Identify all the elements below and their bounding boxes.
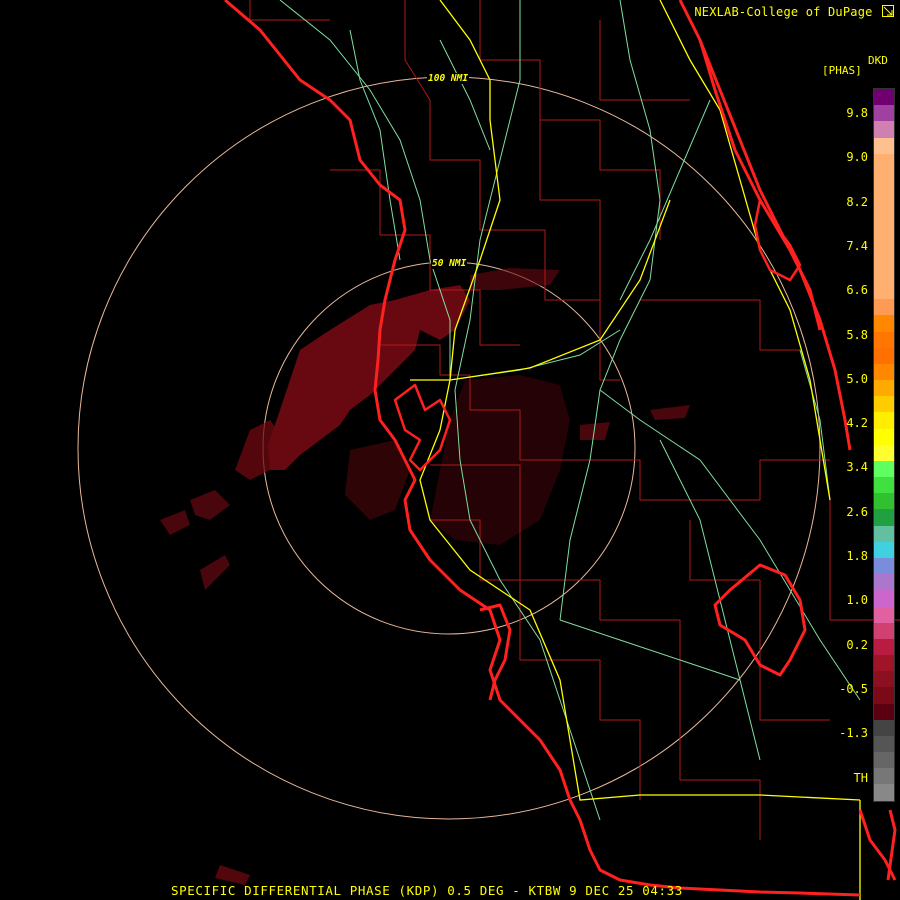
color-scale-segment bbox=[874, 590, 894, 607]
credit-line: NEXLAB-College of DuPage bbox=[694, 4, 894, 19]
color-scale-tick-label: 5.8 bbox=[846, 327, 868, 342]
diagonal-arrow-icon[interactable] bbox=[882, 5, 894, 17]
color-scale-segment bbox=[874, 784, 894, 801]
color-scale-segment bbox=[874, 331, 894, 348]
color-scale-segment bbox=[874, 752, 894, 769]
color-scale-segment bbox=[874, 557, 894, 575]
color-scale-segment bbox=[874, 186, 894, 203]
color-scale-tick-label: 3.4 bbox=[846, 460, 868, 475]
color-scale-tick-label: 9.8 bbox=[846, 106, 868, 120]
radar-echoes bbox=[160, 268, 690, 885]
color-scale-tick-label: 0.2 bbox=[846, 637, 868, 652]
color-scale-segment bbox=[874, 768, 894, 785]
color-scale-segment bbox=[874, 606, 894, 623]
color-scale-segment bbox=[874, 137, 894, 154]
color-scale-tick-label: -0.5 bbox=[839, 681, 868, 696]
color-scale-segment bbox=[874, 234, 894, 251]
color-scale-segment bbox=[874, 347, 894, 364]
color-scale-tick-label: 9.0 bbox=[846, 150, 868, 165]
color-scale-segment bbox=[874, 153, 894, 170]
color-scale-segment bbox=[874, 266, 894, 284]
range-ring-50-label: 50 NMI bbox=[431, 258, 468, 269]
color-scale-tick-label: 5.0 bbox=[846, 371, 868, 386]
color-scale-tick-label: 1.0 bbox=[846, 593, 868, 608]
color-scale-bar bbox=[873, 88, 895, 802]
credit-text: NEXLAB-College of DuPage bbox=[694, 5, 873, 19]
county-lines bbox=[249, 0, 900, 840]
color-scale-segment bbox=[874, 250, 894, 267]
color-scale-segment bbox=[874, 412, 894, 429]
color-scale-segment bbox=[874, 89, 894, 106]
color-scale-segment bbox=[874, 169, 894, 187]
color-scale-tick-label: 1.8 bbox=[846, 549, 868, 563]
color-scale-tick-label: 2.6 bbox=[846, 504, 868, 519]
color-scale-segment bbox=[874, 283, 894, 300]
color-scale-segment bbox=[874, 105, 894, 122]
color-scale-segment bbox=[874, 687, 894, 704]
color-scale-segment bbox=[874, 735, 894, 753]
product-description: SPECIFIC DIFFERENTIAL PHASE (KDP) 0.5 DE… bbox=[171, 883, 683, 898]
color-scale-tick-label: -1.3 bbox=[839, 726, 868, 741]
color-scale-tick-label: TH bbox=[853, 770, 868, 785]
color-scale-segment bbox=[874, 638, 894, 656]
color-scale-segment bbox=[874, 363, 894, 381]
road-lines bbox=[279, 0, 861, 821]
legend-unit-phas: [PHAS] bbox=[822, 64, 862, 77]
color-scale-tick-label: 6.6 bbox=[846, 283, 868, 298]
color-scale-segment bbox=[874, 541, 894, 558]
color-scale-segment bbox=[874, 299, 894, 316]
color-scale-segment bbox=[874, 428, 894, 445]
color-scale-segment bbox=[874, 315, 894, 332]
color-scale-segment bbox=[874, 493, 894, 510]
color-scale-segment bbox=[874, 574, 894, 591]
color-scale-segment bbox=[874, 444, 894, 461]
color-scale-segment bbox=[874, 719, 894, 736]
color-scale-segment bbox=[874, 622, 894, 639]
color-scale-segment bbox=[874, 509, 894, 526]
radar-display: 100 NMI 50 NMI NEXLAB-College of DuPage … bbox=[0, 0, 900, 900]
color-scale-segment bbox=[874, 396, 894, 413]
radar-map[interactable] bbox=[0, 0, 900, 900]
color-scale-segment bbox=[874, 477, 894, 494]
color-scale-segment bbox=[874, 671, 894, 688]
color-scale-segment bbox=[874, 525, 894, 542]
color-scale-segment bbox=[874, 380, 894, 397]
color-scale-tick-label: 7.4 bbox=[846, 238, 868, 253]
range-ring-100-label: 100 NMI bbox=[427, 73, 470, 84]
color-scale-segment bbox=[874, 202, 894, 219]
color-scale-tick-label: 8.2 bbox=[846, 194, 868, 209]
color-scale-tick-label: 4.2 bbox=[846, 416, 868, 431]
color-scale-segment bbox=[874, 703, 894, 720]
color-scale-segment bbox=[874, 655, 894, 672]
legend-unit-dkd: DKD bbox=[868, 54, 888, 67]
color-scale-segment bbox=[874, 121, 894, 138]
color-scale-segment bbox=[874, 218, 894, 235]
color-scale-segment bbox=[874, 460, 894, 478]
